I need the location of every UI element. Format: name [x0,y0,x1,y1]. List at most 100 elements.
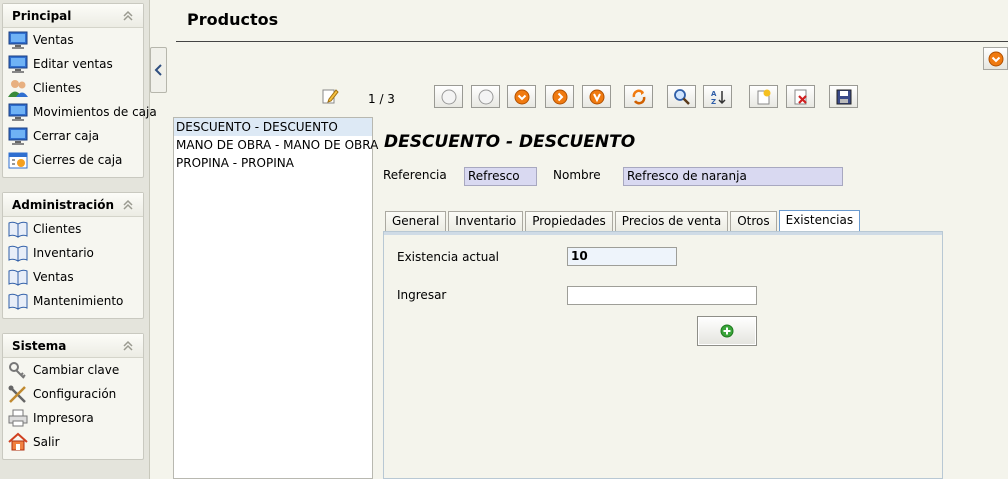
book-icon [7,291,29,311]
previous-record-button[interactable] [471,85,500,108]
existencias-panel [383,231,943,479]
sidebar-item-cierres-caja[interactable]: Cierres de caja [3,148,143,172]
referencia-label: Referencia [383,168,447,182]
tab-propiedades[interactable]: Propiedades [525,211,613,231]
existencia-actual-field[interactable]: 10 [567,247,677,266]
sidebar-item-impresora[interactable]: Impresora [3,406,143,430]
section-title: Administración [12,197,115,212]
sidebar-item-configuracion[interactable]: Configuración [3,382,143,406]
referencia-field[interactable]: Refresco [464,167,537,186]
monitor-icon [7,54,29,74]
chevron-up-icon[interactable] [121,198,135,212]
sidebar-item-admin-ventas[interactable]: Ventas [3,265,143,289]
save-icon [836,89,851,104]
plus-circle-icon [720,324,734,338]
existencia-actual-label: Existencia actual [397,250,500,264]
chevron-up-icon[interactable] [121,9,135,23]
search-icon [673,88,690,105]
ingresar-label: Ingresar [397,288,447,302]
list-item[interactable]: PROPINA - PROPINA [174,154,372,172]
sidebar-item-admin-inventario[interactable]: Inventario [3,241,143,265]
tab-general[interactable]: General [385,211,447,231]
product-title: DESCUENTO - DESCUENTO [384,132,636,152]
product-list: DESCUENTO - DESCUENTO MANO DE OBRA - MAN… [173,117,378,479]
sidebar-item-label: Mantenimiento [33,294,124,308]
svg-text:Z: Z [711,98,716,106]
sidebar-item-label: Movimientos de caja [33,105,157,119]
ingresar-input[interactable] [567,286,757,305]
delete-record-icon [794,89,807,104]
sidebar-section-administracion: Administración Clientes Inventario Venta… [2,192,144,319]
collapse-sidebar-button[interactable] [150,47,167,93]
tools-icon [7,384,29,404]
page-title: Productos [187,10,279,29]
next-record-button[interactable] [507,85,536,108]
first-record-icon [441,89,456,104]
list-item[interactable]: DESCUENTO - DESCUENTO [174,118,372,136]
printer-icon [7,408,29,428]
monitor-icon [7,126,29,146]
nombre-field[interactable]: Refresco de naranja [623,167,843,186]
next-page-button[interactable] [545,85,574,108]
list-item[interactable]: MANO DE OBRA - MANO DE OBRA [174,136,378,154]
options-button[interactable] [983,47,1008,70]
sidebar-item-label: Cierres de caja [33,153,123,167]
users-icon [7,78,29,98]
home-exit-icon [7,432,29,452]
new-record-button[interactable] [749,85,778,108]
section-header-sistema[interactable]: Sistema [3,334,143,358]
sidebar: Principal Ventas Editar ventas Clientes … [0,0,157,479]
tab-bar: General Inventario Propiedades Precios d… [385,210,862,231]
previous-record-icon [478,89,493,104]
sidebar-item-movimientos-caja[interactable]: Movimientos de caja [3,100,157,124]
delete-record-button[interactable] [786,85,815,108]
nombre-label: Nombre [553,168,601,182]
section-header-administracion[interactable]: Administración [3,193,143,217]
svg-text:A: A [711,90,717,98]
sidebar-item-label: Editar ventas [33,57,113,71]
sidebar-item-cambiar-clave[interactable]: Cambiar clave [3,358,143,382]
last-record-icon [589,89,604,104]
chevron-up-icon[interactable] [121,339,135,353]
sidebar-item-admin-clientes[interactable]: Clientes [3,217,143,241]
tab-existencias[interactable]: Existencias [778,210,861,231]
sidebar-item-label: Ventas [33,33,74,47]
title-divider [176,41,1008,42]
first-record-button[interactable] [434,85,463,108]
sidebar-item-label: Inventario [33,246,94,260]
tab-otros[interactable]: Otros [730,211,777,231]
new-record-icon [757,89,770,104]
section-header-principal[interactable]: Principal [3,4,143,28]
sidebar-item-label: Salir [33,435,60,449]
sidebar-section-principal: Principal Ventas Editar ventas Clientes … [2,3,157,178]
section-title: Sistema [12,338,67,353]
sidebar-item-salir[interactable]: Salir [3,430,143,454]
reload-button[interactable] [624,85,653,108]
sidebar-item-label: Configuración [33,387,117,401]
tab-inventario[interactable]: Inventario [448,211,524,231]
sidebar-item-label: Impresora [33,411,94,425]
monitor-icon [7,30,29,50]
sidebar-item-editar-ventas[interactable]: Editar ventas [3,52,143,76]
save-button[interactable] [829,85,858,108]
edit-icon[interactable] [321,87,339,105]
sidebar-item-cerrar-caja[interactable]: Cerrar caja [3,124,143,148]
sidebar-item-clientes[interactable]: Clientes [3,76,143,100]
monitor-icon [7,102,29,122]
tab-precios-de-venta[interactable]: Precios de venta [614,211,729,231]
chevron-left-icon [154,64,162,76]
sidebar-item-label: Cerrar caja [33,129,100,143]
key-icon [7,360,29,380]
sidebar-item-label: Clientes [33,222,82,236]
sort-icon: AZ [711,90,726,106]
add-stock-button[interactable] [697,316,757,346]
sidebar-section-sistema: Sistema Cambiar clave Configuración Impr… [2,333,144,460]
search-button[interactable] [667,85,696,108]
sort-button[interactable]: AZ [703,85,732,108]
sidebar-item-ventas[interactable]: Ventas [3,28,143,52]
last-record-button[interactable] [582,85,611,108]
book-icon [7,219,29,239]
sidebar-item-label: Clientes [33,81,82,95]
sidebar-item-label: Cambiar clave [33,363,120,377]
sidebar-item-admin-mantenimiento[interactable]: Mantenimiento [3,289,143,313]
